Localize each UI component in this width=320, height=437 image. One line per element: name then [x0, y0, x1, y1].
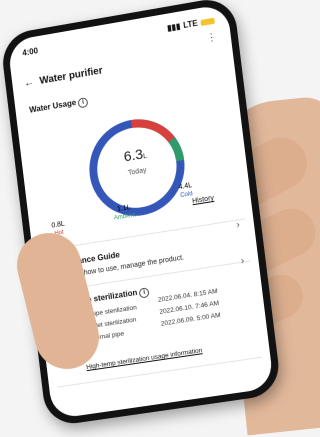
info-icon[interactable]: i [78, 97, 89, 109]
status-icons: ▮▮▮ LTE [167, 16, 215, 33]
signal-icon: ▮▮▮ [167, 22, 181, 33]
app-header: ← Water purifier [24, 65, 104, 89]
battery-icon [200, 17, 215, 25]
network-label: LTE [183, 19, 198, 30]
status-bar: 4:00 ▮▮▮ LTE [22, 16, 216, 61]
more-options-icon[interactable]: ⋮ [206, 32, 217, 45]
chevron-right-icon[interactable]: › [236, 219, 241, 231]
water-usage-label: Water Usage [29, 98, 77, 115]
page-title: Water purifier [39, 65, 103, 87]
info-icon[interactable]: i [139, 287, 150, 298]
back-arrow-icon[interactable]: ← [24, 77, 35, 89]
water-usage-title: Water Usage i [29, 96, 89, 117]
status-time: 4:00 [22, 46, 39, 58]
phone-body: 4:00 ▮▮▮ LTE ⋮ ← Water purifier Water Us… [0, 0, 282, 427]
phone-mockup: 4:00 ▮▮▮ LTE ⋮ ← Water purifier Water Us… [0, 0, 320, 437]
usage-total-value: 6.3 [123, 146, 144, 165]
usage-unit: L [143, 153, 148, 161]
chevron-right-icon[interactable]: › [240, 255, 245, 267]
